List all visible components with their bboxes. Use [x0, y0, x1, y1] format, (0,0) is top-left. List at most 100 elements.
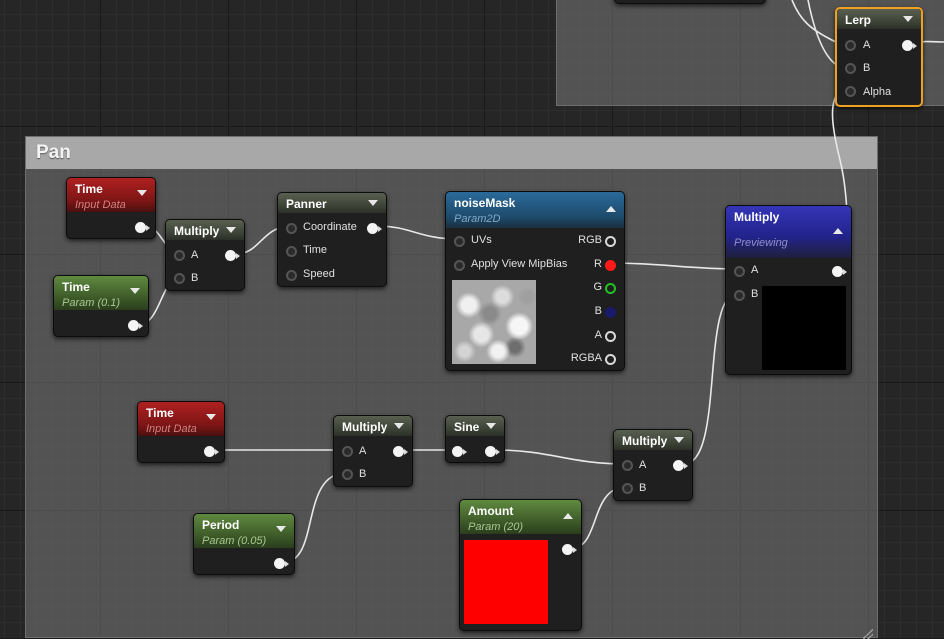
pin-b-input[interactable]: [845, 63, 856, 74]
pin-coordinate-input[interactable]: [286, 223, 297, 234]
pin-label: Coordinate: [303, 221, 357, 233]
pin-g-output[interactable]: [605, 283, 616, 294]
collapse-arrow-icon[interactable]: [486, 423, 496, 429]
node-header[interactable]: Multiply: [166, 220, 244, 240]
node-amount-param[interactable]: Amount Param (20): [459, 499, 582, 631]
pin-output[interactable]: [902, 40, 913, 51]
node-multiply-preview[interactable]: Multiply Previewing A B: [725, 205, 852, 375]
pin-a-output[interactable]: [605, 331, 616, 342]
collapse-arrow-icon[interactable]: [903, 16, 913, 22]
node-title: Amount: [468, 504, 514, 518]
pin-uvs-input[interactable]: [454, 236, 465, 247]
pin-rgba-output[interactable]: [605, 354, 616, 365]
collapse-arrow-icon[interactable]: [206, 414, 216, 420]
node-header[interactable]: Amount Param (20): [460, 500, 581, 534]
pin-mipbias-input[interactable]: [454, 260, 465, 271]
collapse-arrow-icon[interactable]: [674, 437, 684, 443]
node-panner[interactable]: Panner Coordinate Time Speed: [277, 192, 387, 287]
pin-rgb-output[interactable]: [605, 236, 616, 247]
pin-b-input[interactable]: [734, 290, 745, 301]
node-header[interactable]: Time Input Data: [138, 402, 224, 436]
pin-speed-input[interactable]: [286, 270, 297, 281]
pin-b-input[interactable]: [622, 483, 633, 494]
pin-label: A: [594, 329, 602, 341]
node-multiply[interactable]: Multiply A B: [165, 219, 245, 291]
pin-output[interactable]: [367, 223, 378, 234]
pin-output[interactable]: [135, 222, 146, 233]
pin-label: B: [359, 468, 367, 480]
node-sine[interactable]: Sine: [445, 415, 505, 463]
pin-label: Speed: [303, 268, 335, 280]
pin-output[interactable]: [562, 544, 573, 555]
pin-a-input[interactable]: [734, 266, 745, 277]
pin-label: RGBA: [570, 352, 602, 364]
pin-a-input[interactable]: [342, 446, 353, 457]
pin-time-input[interactable]: [286, 246, 297, 257]
pin-input[interactable]: [452, 446, 463, 457]
pin-label: B: [751, 288, 759, 300]
pin-label: A: [191, 249, 199, 261]
pin-label: G: [593, 281, 602, 293]
pin-arrow-icon: [236, 253, 240, 259]
node-header[interactable]: Multiply: [334, 416, 412, 436]
node-header[interactable]: Lerp: [837, 9, 921, 29]
collapse-arrow-icon[interactable]: [137, 190, 147, 196]
texture-preview-image: [452, 280, 536, 364]
node-header[interactable]: Multiply Previewing: [726, 206, 851, 258]
node-header[interactable]: Sine: [446, 416, 504, 436]
pin-output[interactable]: [485, 446, 496, 457]
pin-output[interactable]: [128, 320, 139, 331]
node-time-input[interactable]: Time Input Data: [66, 177, 156, 239]
pin-a-input[interactable]: [622, 460, 633, 471]
collapse-arrow-icon[interactable]: [394, 423, 404, 429]
node-lerp[interactable]: Lerp A B Alpha: [835, 7, 923, 107]
node-multiply[interactable]: Multiply A B: [613, 429, 693, 501]
pin-arrow-icon: [573, 547, 577, 553]
pin-b-input[interactable]: [342, 469, 353, 480]
collapse-arrow-icon[interactable]: [606, 206, 616, 212]
collapse-arrow-icon[interactable]: [130, 288, 140, 294]
node-subtitle: Input Data: [146, 423, 197, 435]
node-subtitle: Previewing: [734, 237, 788, 249]
node-header[interactable]: Multiply: [614, 430, 692, 450]
pin-output[interactable]: [673, 460, 684, 471]
node-period-param[interactable]: Period Param (0.05): [193, 513, 295, 575]
pin-label: Apply View MipBias: [471, 258, 568, 270]
pin-arrow-icon: [404, 449, 408, 455]
node-multiply[interactable]: Multiply A B: [333, 415, 413, 487]
pin-output[interactable]: [274, 558, 285, 569]
pin-a-input[interactable]: [174, 250, 185, 261]
pin-label: A: [359, 445, 367, 457]
node-subtitle: Param (0.1): [62, 297, 121, 309]
pin-r-output[interactable]: [605, 260, 616, 271]
pin-output[interactable]: [204, 446, 215, 457]
collapse-arrow-icon[interactable]: [833, 228, 843, 234]
pin-a-input[interactable]: [845, 40, 856, 51]
node-header[interactable]: Time Param (0.1): [54, 276, 148, 310]
node-header[interactable]: Time Input Data: [67, 178, 155, 212]
node-header[interactable]: Panner: [278, 193, 386, 213]
pin-output[interactable]: [393, 446, 404, 457]
node-title: Multiply: [734, 210, 780, 224]
node-header[interactable]: noiseMask Param2D: [446, 192, 624, 228]
pin-label: Alpha: [863, 86, 892, 98]
node-noisemask-texture[interactable]: noiseMask Param2D UVs Apply View MipBias…: [445, 191, 625, 371]
pin-output[interactable]: [832, 266, 843, 277]
collapse-arrow-icon[interactable]: [368, 200, 378, 206]
pin-label: A: [751, 264, 759, 276]
pin-label: Time: [303, 244, 328, 256]
pin-b-output[interactable]: [605, 307, 616, 318]
pin-output[interactable]: [225, 250, 236, 261]
node-title: Sine: [454, 420, 480, 434]
node-title: Time: [62, 280, 90, 294]
node-subtitle: Param2D: [454, 213, 501, 225]
pin-arrow-icon: [913, 43, 917, 49]
node-header[interactable]: Period Param (0.05): [194, 514, 294, 548]
collapse-arrow-icon[interactable]: [563, 513, 573, 519]
pin-b-input[interactable]: [174, 273, 185, 284]
node-time-input[interactable]: Time Input Data: [137, 401, 225, 463]
collapse-arrow-icon[interactable]: [276, 526, 286, 532]
collapse-arrow-icon[interactable]: [226, 227, 236, 233]
pin-alpha-input[interactable]: [845, 86, 856, 97]
node-time-param[interactable]: Time Param (0.1): [53, 275, 149, 337]
